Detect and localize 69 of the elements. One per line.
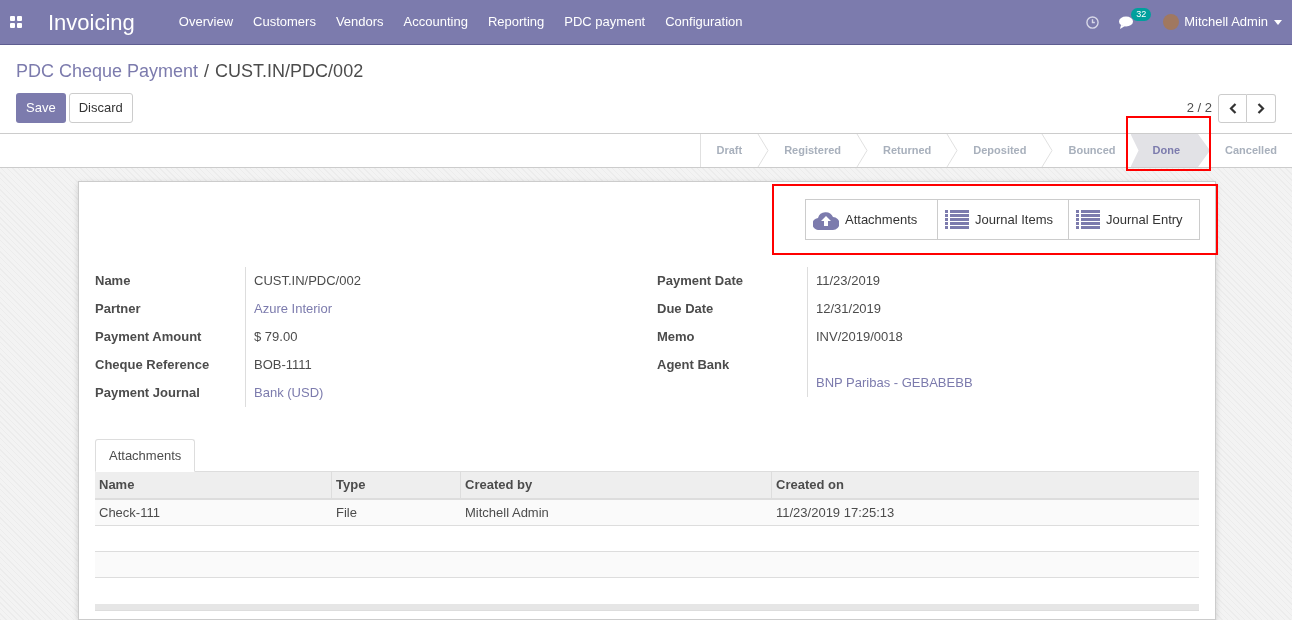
stage-separator bbox=[946, 134, 959, 167]
breadcrumb-separator: / bbox=[204, 60, 210, 83]
status-stage[interactable]: Cancelled bbox=[1210, 134, 1292, 167]
previous-button[interactable] bbox=[1218, 93, 1247, 123]
app-title: Invoicing bbox=[48, 8, 135, 37]
chevron-right-icon bbox=[1257, 102, 1265, 114]
field-value: $ 79.00 bbox=[254, 329, 299, 345]
save-button[interactable]: Save bbox=[16, 93, 66, 123]
field-value: CUST.IN/PDC/002 bbox=[254, 273, 362, 289]
smart-button[interactable]: Attachments bbox=[806, 200, 937, 239]
caret-icon[interactable] bbox=[1274, 19, 1282, 25]
menu-item[interactable]: Accounting bbox=[403, 12, 468, 32]
table-cell-text: 11/23/2019 17:25:13 bbox=[776, 503, 895, 522]
field-label: Payment Date bbox=[657, 273, 744, 289]
menu-item[interactable]: PDC payment bbox=[564, 12, 646, 32]
column-header[interactable]: Type bbox=[336, 475, 366, 495]
pager-value: 2 / 2 bbox=[1186, 99, 1212, 118]
field-value: INV/2019/0018 bbox=[816, 329, 904, 345]
next-button[interactable] bbox=[1247, 93, 1276, 123]
smart-button[interactable]: Journal Entry bbox=[1068, 200, 1199, 239]
table-cell-text: Mitchell Admin bbox=[465, 503, 549, 522]
stage-separator bbox=[757, 134, 770, 167]
status-stage[interactable]: Draft bbox=[701, 134, 758, 167]
field-link[interactable]: Azure Interior bbox=[254, 301, 637, 317]
field-value: BOB-1111 bbox=[254, 357, 313, 373]
field-label: Cheque Reference bbox=[95, 357, 211, 373]
status-stage[interactable]: Done bbox=[1130, 134, 1211, 167]
user-menu[interactable]: Mitchell Admin bbox=[1184, 12, 1268, 32]
stage-separator bbox=[1041, 134, 1054, 167]
apps-grid-icon[interactable] bbox=[10, 16, 22, 28]
table-cell-text: File bbox=[336, 503, 357, 522]
smart-button[interactable]: Journal Items bbox=[937, 200, 1068, 239]
table-row[interactable]: Check-111 File Mitchell Admin 11/23/2019 17:25:13 bbox=[95, 500, 1199, 526]
menu-item[interactable]: Overview bbox=[178, 12, 234, 32]
notebook-tab[interactable]: Attachments bbox=[95, 439, 196, 472]
field-label: Due Date bbox=[657, 301, 715, 317]
field-label: Partner bbox=[95, 301, 142, 317]
field-label: Name bbox=[95, 273, 132, 289]
cloud-upload-icon bbox=[813, 209, 839, 230]
field-link[interactable]: BNP Paribas - GEBABEBB bbox=[816, 375, 1199, 391]
menu-item[interactable]: Customers bbox=[253, 12, 316, 32]
field-label: Payment Journal bbox=[95, 385, 201, 401]
table-cell-text: Check-111 bbox=[99, 503, 160, 522]
menu-item[interactable]: Vendors bbox=[335, 12, 384, 32]
field-label: Memo bbox=[657, 329, 696, 345]
field-link[interactable]: Bank (USD) bbox=[254, 385, 637, 401]
status-stage[interactable]: Bounced bbox=[1053, 134, 1131, 167]
field-value: 12/31/2019 bbox=[816, 301, 883, 317]
field-label: Payment Amount bbox=[95, 329, 203, 345]
menu-item[interactable]: Configuration bbox=[665, 12, 743, 32]
discard-button[interactable]: Discard bbox=[68, 93, 133, 123]
stage-separator bbox=[856, 134, 868, 167]
chevron-left-icon bbox=[1228, 102, 1237, 114]
list-icon bbox=[945, 209, 969, 230]
list-icon bbox=[1076, 209, 1100, 230]
status-stage[interactable]: Registered bbox=[769, 134, 856, 167]
column-header[interactable]: Name bbox=[99, 475, 135, 495]
status-stage[interactable]: Deposited bbox=[958, 134, 1042, 167]
menu-item[interactable]: Reporting bbox=[487, 12, 545, 32]
field-label: Agent Bank bbox=[657, 357, 731, 373]
chat-icon[interactable] bbox=[1119, 15, 1136, 29]
field-value: 11/23/2019 bbox=[816, 273, 882, 289]
status-stage[interactable]: Returned bbox=[868, 134, 947, 167]
message-count-badge: 32 bbox=[1131, 7, 1152, 21]
column-header[interactable]: Created by bbox=[465, 475, 533, 495]
column-header[interactable]: Created on bbox=[776, 475, 844, 495]
breadcrumb-link[interactable]: PDC Cheque Payment bbox=[16, 58, 199, 85]
breadcrumb-current: CUST.IN/PDC/002 bbox=[215, 60, 364, 83]
clock-icon[interactable] bbox=[1086, 15, 1100, 29]
